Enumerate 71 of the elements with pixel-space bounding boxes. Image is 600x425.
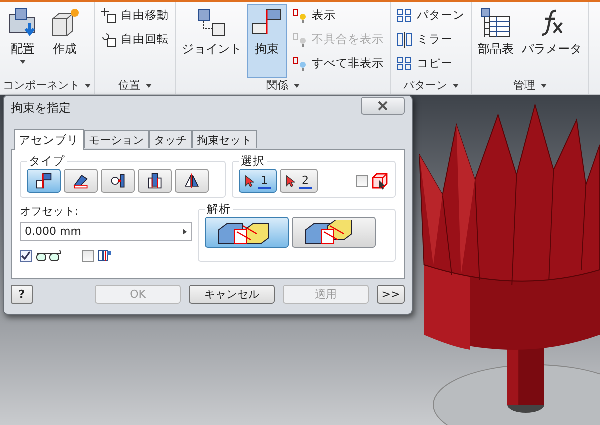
caret-icon xyxy=(85,84,91,88)
checkbox[interactable] xyxy=(20,250,32,262)
constraint-type-icon xyxy=(109,172,127,190)
ribbon-button[interactable]: すべて非表示 xyxy=(289,52,387,75)
tab[interactable]: タッチ xyxy=(149,130,192,148)
type-button[interactable] xyxy=(27,169,61,193)
solution-button[interactable] xyxy=(292,217,376,248)
group-title: 選択 xyxy=(240,154,266,169)
solution-button[interactable] xyxy=(205,217,289,248)
tab[interactable]: 拘束セット xyxy=(192,130,257,148)
constraint-type-icon xyxy=(183,172,201,190)
mirror-icon xyxy=(397,32,413,48)
ribbon-button[interactable]: 自由回転 xyxy=(98,28,172,51)
ribbon-button[interactable]: パターン xyxy=(394,4,468,27)
close-icon xyxy=(378,101,388,111)
panel-title[interactable]: パターン xyxy=(394,78,468,94)
ribbon-button[interactable]: パラメータ xyxy=(519,4,585,78)
cursor-arrow-icon xyxy=(286,174,295,188)
close-button[interactable] xyxy=(361,97,405,115)
ribbon-button[interactable]: 配置 xyxy=(3,4,43,78)
select-button[interactable]: 2 xyxy=(280,169,318,193)
caret-icon xyxy=(452,84,458,88)
type-button[interactable] xyxy=(175,169,209,193)
caret-icon xyxy=(294,84,300,88)
grid-icon xyxy=(397,8,413,24)
ribbon-button[interactable]: ジョイント xyxy=(179,4,245,78)
constraint-type-icon xyxy=(35,172,53,190)
copy-icon xyxy=(397,56,413,72)
checkbox[interactable] xyxy=(356,175,368,187)
tab[interactable]: アセンブリ xyxy=(14,129,84,150)
cursor-arrow-icon xyxy=(245,174,254,188)
constraint-type-icon xyxy=(72,172,90,190)
tab[interactable]: モーション xyxy=(84,130,149,148)
ribbon-button[interactable]: 作成 xyxy=(45,4,85,78)
dialog-title: 拘束を指定 xyxy=(11,100,71,116)
group-title: 解析 xyxy=(206,202,232,217)
rotate-cube-icon xyxy=(101,32,117,48)
glasses-icon xyxy=(36,250,62,262)
table-icon xyxy=(480,7,512,39)
panel-title[interactable]: 関係 xyxy=(179,78,387,94)
arrow-right-icon xyxy=(183,228,187,234)
dialog-button[interactable]: >> xyxy=(377,285,405,304)
caret-icon xyxy=(146,84,152,88)
linked-cubes-icon xyxy=(196,7,228,39)
select-button[interactable]: 1 xyxy=(239,169,277,193)
panel-title[interactable]: コンポーネント xyxy=(3,78,91,94)
caret-icon xyxy=(540,84,546,88)
move-cube-icon xyxy=(101,8,117,24)
constraint-type-icon xyxy=(146,172,164,190)
ribbon-button[interactable]: ミラー xyxy=(394,28,468,51)
ribbon-button[interactable]: 部品表 xyxy=(475,4,517,78)
panel-title[interactable]: 管理 xyxy=(475,78,585,94)
caret-icon xyxy=(20,60,26,64)
constraint-list-icon xyxy=(98,250,112,262)
type-button[interactable] xyxy=(138,169,172,193)
ribbon-button[interactable]: 拘束 xyxy=(247,4,287,78)
help-button[interactable]: ? xyxy=(11,285,33,304)
ribbon-button[interactable]: コピー xyxy=(394,52,468,75)
type-button[interactable] xyxy=(101,169,135,193)
ribbon-button[interactable]: 自由移動 xyxy=(98,4,172,27)
cube-cursor-icon xyxy=(371,172,389,190)
offset-field[interactable]: 0.000 mm xyxy=(20,222,192,241)
dialog-button[interactable]: キャンセル xyxy=(189,285,275,304)
bulb-icon xyxy=(292,56,308,72)
bulb-icon xyxy=(292,8,308,24)
checkbox[interactable] xyxy=(82,250,94,262)
group-title: タイプ xyxy=(28,154,66,169)
type-button[interactable] xyxy=(64,169,98,193)
offset-label: オフセット: xyxy=(20,204,80,219)
panel-title[interactable]: 位置 xyxy=(98,78,172,94)
ribbon-button[interactable]: 表示 xyxy=(289,4,387,27)
